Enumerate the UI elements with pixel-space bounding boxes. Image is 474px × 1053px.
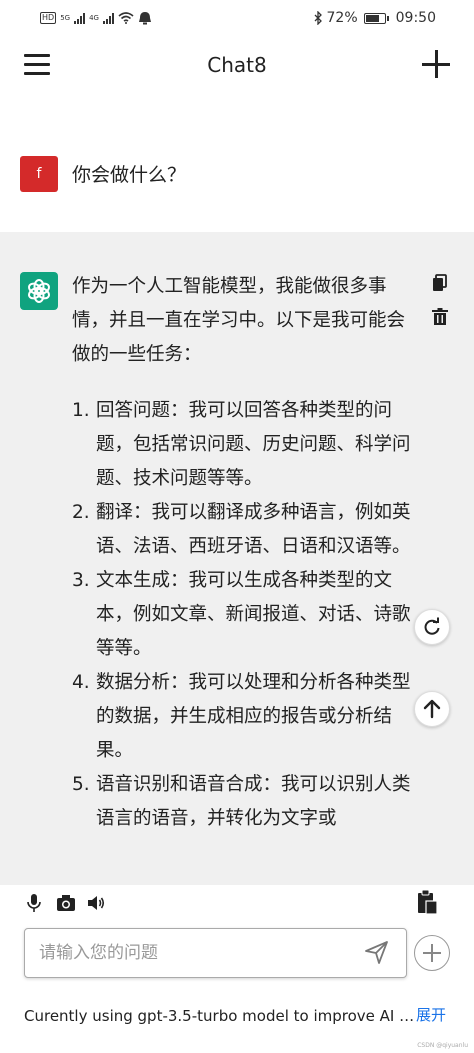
assistant-message-text: 作为一个人工智能模型，我能做很多事情，并且一直在学习中。以下是我可能会做的一些任… (72, 270, 417, 836)
item-number: 3. (72, 570, 90, 591)
add-circle-icon[interactable] (414, 935, 450, 971)
input-tools-row (0, 885, 474, 921)
expand-link[interactable]: 展开 (416, 1006, 446, 1024)
signal-icon (74, 12, 86, 24)
microphone-icon[interactable] (24, 893, 44, 913)
task-list-item: 5. 语音识别和语音合成：我可以识别人类语言的语音，并转化为文字或 (72, 768, 417, 836)
task-list: 1. 回答问题：我可以回答各种类型的问题，包括常识问题、历史问题、科学问题、技术问… (72, 394, 417, 836)
item-number: 2. (72, 502, 90, 523)
sim1-label: 5G (60, 14, 71, 22)
openai-logo-icon (20, 272, 58, 310)
task-list-item: 4. 数据分析：我可以处理和分析各种类型的数据，并生成相应的报告或分析结果。 (72, 666, 417, 768)
watermark: CSDN @qiyuanlu (417, 1042, 468, 1049)
task-list-item: 3. 文本生成：我可以生成各种类型的文本，例如文章、新闻报道、对话、诗歌等等。 (72, 564, 417, 666)
item-text: 数据分析：我可以处理和分析各种类型的数据，并生成相应的报告或分析结果。 (96, 672, 411, 761)
user-message: f 你会做什么？ (20, 152, 454, 202)
item-number: 5. (72, 774, 90, 795)
question-input[interactable] (24, 928, 407, 978)
new-chat-plus-icon[interactable] (422, 50, 450, 78)
user-message-text: 你会做什么？ (72, 164, 187, 186)
hd-icon: HD (40, 12, 57, 24)
item-text: 语音识别和语音合成：我可以识别人类语言的语音，并转化为文字或 (96, 774, 411, 829)
item-text: 文本生成：我可以生成各种类型的文本，例如文章、新闻报道、对话、诗歌等等。 (96, 570, 411, 659)
trash-icon[interactable] (432, 308, 448, 326)
app-bar: Chat8 (0, 36, 474, 96)
item-number: 1. (72, 400, 90, 421)
user-avatar: f (20, 156, 58, 192)
clipboard-icon[interactable] (416, 889, 438, 915)
model-info-text: Curently using gpt-3.5-turbo model to im… (24, 1007, 416, 1025)
send-icon[interactable] (364, 939, 390, 965)
model-info: Curently using gpt-3.5-turbo model to im… (24, 1004, 464, 1025)
regenerate-button[interactable] (414, 609, 450, 645)
signal-icon-2 (102, 12, 114, 24)
app-title: Chat8 (207, 53, 267, 77)
sim2-label: 4G (89, 14, 99, 22)
speaker-icon[interactable] (86, 893, 106, 913)
assistant-intro: 作为一个人工智能模型，我能做很多事情，并且一直在学习中。以下是我可能会做的一些任… (72, 276, 406, 365)
item-text: 回答问题：我可以回答各种类型的问题，包括常识问题、历史问题、科学问题、技术问题等… (96, 400, 411, 489)
arrow-up-icon (423, 699, 441, 719)
task-list-item: 2. 翻译：我可以翻译成多种语言，例如英语、法语、西班牙语、日语和汉语等。 (72, 496, 417, 564)
bluetooth-icon (314, 11, 322, 25)
item-text: 翻译：我可以翻译成多种语言，例如英语、法语、西班牙语、日语和汉语等。 (96, 502, 411, 557)
assistant-message: 作为一个人工智能模型，我能做很多事情，并且一直在学习中。以下是我可能会做的一些任… (0, 232, 474, 885)
regenerate-icon (424, 617, 440, 635)
notification-icon (138, 12, 151, 25)
input-row (0, 927, 474, 981)
clock: 09:50 (395, 10, 436, 26)
status-bar: HD 5G 4G 72% 09:50 (0, 0, 474, 36)
task-list-item: 1. 回答问题：我可以回答各种类型的问题，包括常识问题、历史问题、科学问题、技术问… (72, 394, 417, 496)
battery-fill (365, 14, 379, 22)
battery-icon (363, 12, 389, 24)
item-number: 4. (72, 672, 90, 693)
status-bar-right: 72% 09:50 (313, 10, 436, 26)
status-bar-left: HD 5G 4G (40, 11, 152, 25)
battery-percent: 72% (326, 10, 358, 26)
scroll-top-button[interactable] (414, 691, 450, 727)
camera-icon[interactable] (56, 893, 76, 913)
wifi-icon (118, 12, 134, 24)
copy-icon[interactable] (432, 274, 448, 292)
openai-knot-icon (28, 279, 50, 303)
